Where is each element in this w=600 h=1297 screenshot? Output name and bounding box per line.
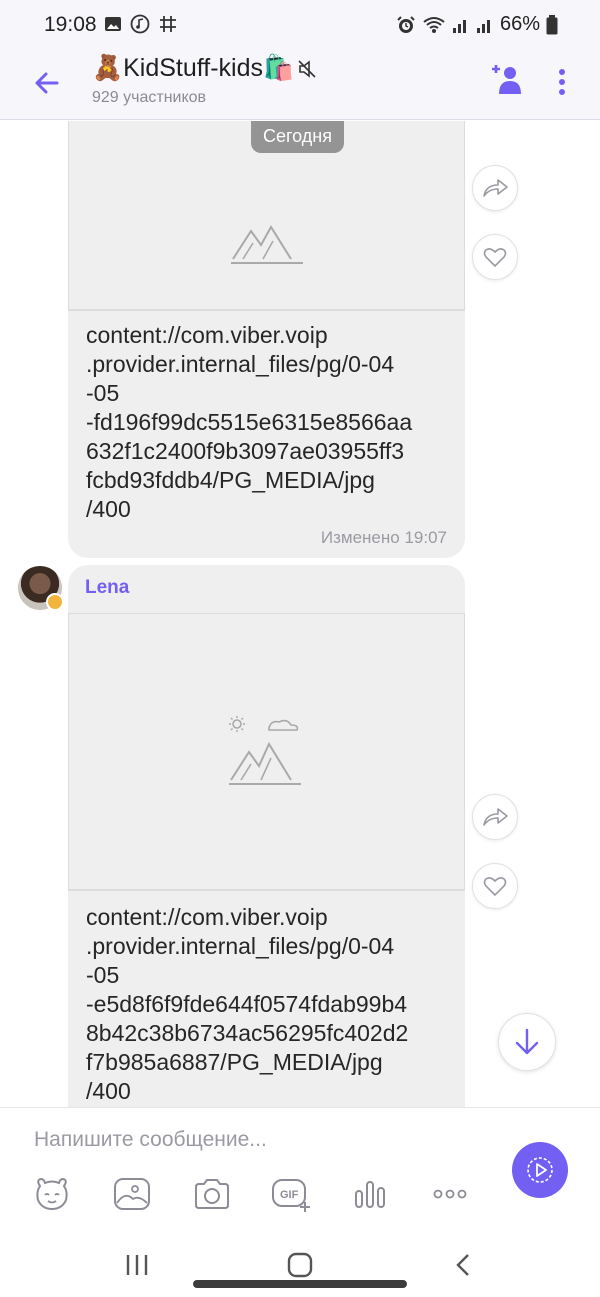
home-icon: [287, 1252, 313, 1278]
svg-text:GIF: GIF: [280, 1189, 299, 1201]
message-text: content://com.viber.voip .provider.inter…: [86, 904, 409, 1104]
sticker-button[interactable]: [30, 1174, 74, 1214]
edited-label: Изменено: [320, 528, 400, 547]
like-button[interactable]: [472, 234, 518, 280]
recent-apps-icon: [126, 1255, 148, 1275]
message-bubble[interactable]: content://com.viber.voip .provider.inter…: [68, 121, 465, 558]
share-arrow-icon: [483, 808, 508, 826]
share-arrow-icon: [483, 179, 508, 197]
gallery-icon: [105, 17, 121, 31]
home-button[interactable]: [280, 1245, 320, 1285]
arrow-down-icon: [515, 1028, 539, 1055]
muted-icon: [298, 59, 316, 78]
like-button[interactable]: [472, 863, 518, 909]
chat-title[interactable]: 🧸KidStuff-kids🛍️: [92, 54, 294, 83]
more-vertical-icon: [559, 69, 565, 95]
gallery-button[interactable]: [110, 1174, 154, 1214]
back-button[interactable]: [30, 66, 64, 100]
arrow-left-icon: [35, 72, 59, 94]
gallery-icon: [114, 1178, 150, 1210]
message-time: 19:07: [404, 528, 447, 547]
more-attachments-button[interactable]: [428, 1174, 472, 1214]
system-back-button[interactable]: [443, 1245, 483, 1285]
battery-icon: [546, 14, 558, 34]
chevron-left-icon: [456, 1254, 469, 1276]
camera-icon: [195, 1179, 229, 1209]
message-text: content://com.viber.voip .provider.inter…: [86, 322, 413, 522]
poll-button[interactable]: [348, 1174, 392, 1214]
message-bubble[interactable]: Lena content://com.viber.voip .provider.…: [68, 565, 465, 1107]
add-user-icon: [492, 65, 521, 94]
message-input[interactable]: [34, 1122, 474, 1158]
chat-header: 🧸KidStuff-kids🛍️ 929 участников: [0, 48, 600, 120]
alarm-icon: [397, 15, 415, 33]
admin-badge-icon: [46, 593, 64, 611]
heart-icon: [483, 248, 507, 268]
chat-title-row[interactable]: 🧸KidStuff-kids🛍️: [92, 54, 318, 83]
gif-icon: GIF: [272, 1179, 310, 1212]
date-separator: Сегодня: [251, 121, 344, 153]
play-send-icon: [527, 1157, 553, 1183]
camera-button[interactable]: [190, 1174, 234, 1214]
notification-icons: [104, 14, 178, 34]
image-placeholder-icon: [231, 225, 303, 264]
gesture-handle[interactable]: [193, 1280, 407, 1288]
forward-button[interactable]: [472, 165, 518, 211]
signal-icon-2: [476, 19, 490, 33]
more-options-button[interactable]: [550, 64, 574, 100]
bear-sticker-icon: [36, 1177, 68, 1211]
composer-toolbar: GIF: [30, 1174, 480, 1214]
member-count: 929 участников: [92, 89, 207, 106]
send-button[interactable]: [512, 1142, 568, 1198]
system-icons: 66%: [396, 13, 558, 36]
media-placeholder[interactable]: [68, 613, 465, 891]
scroll-to-bottom-button[interactable]: [498, 1013, 556, 1071]
message-meta: Изменено 19:07: [321, 528, 447, 548]
forward-button[interactable]: [472, 794, 518, 840]
wifi-icon: [423, 16, 445, 33]
status-bar: 19:08 66%: [0, 0, 600, 48]
add-participant-button[interactable]: [490, 62, 526, 98]
message-list[interactable]: content://com.viber.voip .provider.inter…: [0, 121, 600, 1107]
message-composer: GIF: [0, 1107, 600, 1225]
system-navigation-bar: [0, 1225, 600, 1297]
recent-apps-button[interactable]: [117, 1245, 157, 1285]
battery-level: 66%: [499, 13, 540, 35]
heart-icon: [483, 877, 507, 897]
more-horizontal-icon: [433, 1189, 467, 1199]
music-icon: [130, 14, 150, 34]
sender-name[interactable]: Lena: [85, 577, 129, 599]
grid-icon: [160, 16, 176, 32]
gif-button[interactable]: GIF: [270, 1174, 314, 1214]
image-placeholder-icon: [229, 716, 301, 785]
poll-icon: [355, 1181, 385, 1208]
status-time: 19:08: [44, 13, 97, 36]
signal-icon: [452, 19, 466, 33]
